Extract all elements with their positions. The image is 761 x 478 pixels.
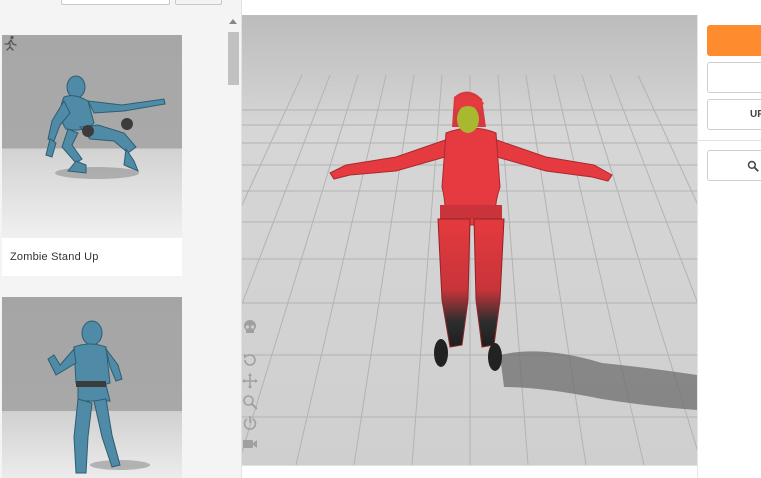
primary-action-button[interactable] <box>707 25 761 56</box>
animation-thumbnail <box>2 297 182 478</box>
search-button[interactable] <box>175 0 222 5</box>
zoom-icon[interactable] <box>242 394 258 410</box>
animation-list-panel: Zombie Stand Up <box>0 0 242 478</box>
skull-icon[interactable] <box>242 319 258 335</box>
power-icon[interactable] <box>242 415 258 431</box>
list-scrollbar[interactable] <box>226 16 240 478</box>
actions-panel: UF <box>697 15 761 478</box>
app-root: Zombie Stand Up U <box>0 0 761 478</box>
viewport-footer <box>242 465 697 478</box>
scroll-up-arrow-icon[interactable] <box>229 19 237 24</box>
3d-viewport[interactable] <box>242 15 697 465</box>
animation-card[interactable] <box>2 297 182 478</box>
search-icon <box>747 160 759 172</box>
top-bar <box>242 0 761 15</box>
crouching-figure-preview <box>45 75 166 179</box>
search-character-button[interactable] <box>707 150 761 181</box>
animation-card-label: Zombie Stand Up <box>10 251 99 263</box>
character-scene <box>242 15 697 465</box>
upload-button[interactable]: UF <box>707 99 761 130</box>
camera-icon[interactable] <box>242 436 258 452</box>
panel-divider <box>698 140 761 141</box>
running-figure-icon <box>4 35 17 51</box>
move-icon[interactable] <box>242 373 258 389</box>
fighting-stance-figure-preview <box>47 320 150 474</box>
secondary-action-button[interactable] <box>707 62 761 93</box>
scrollbar-thumb[interactable] <box>228 32 239 85</box>
animation-thumbnail <box>2 35 182 238</box>
animation-card[interactable]: Zombie Stand Up <box>2 35 182 276</box>
rotate-icon[interactable] <box>242 352 258 368</box>
search-input[interactable] <box>61 0 170 5</box>
